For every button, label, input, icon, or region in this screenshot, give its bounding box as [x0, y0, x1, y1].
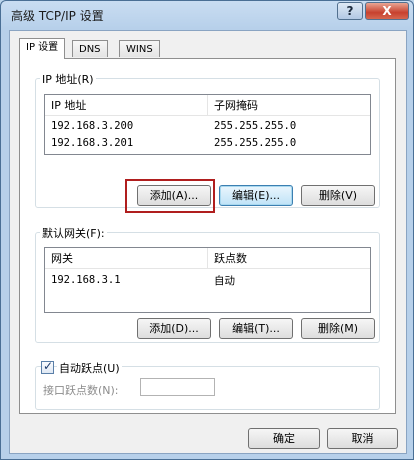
interface-metric-input[interactable] — [140, 378, 215, 396]
tab-wins[interactable]: WINS — [119, 40, 160, 57]
gateway-column-header[interactable]: 网关 — [45, 248, 208, 269]
gateway-list[interactable]: 网关 跃点数 192.168.3.1 自动 — [44, 247, 371, 313]
edit-gateway-button[interactable]: 编辑(T)... — [219, 318, 293, 339]
dialog-window: 高级 TCP/IP 设置 ? X IP 设置 DNS WINS IP 地址(R)… — [0, 0, 414, 460]
subnet-mask-column-header[interactable]: 子网掩码 — [208, 95, 370, 116]
checkmark-icon: ✓ — [43, 359, 54, 373]
automatic-metric-checkbox[interactable]: ✓ — [41, 359, 54, 374]
interface-metric-label: 接口跃点数(N): — [43, 384, 119, 397]
ip-address-cell[interactable]: 192.168.3.201 — [51, 137, 133, 149]
gateway-group-label: 默认网关(F): — [40, 225, 107, 241]
ip-address-list[interactable]: IP 地址 子网掩码 192.168.3.200 255.255.255.0 1… — [44, 94, 371, 155]
ip-address-group-label: IP 地址(R) — [40, 71, 96, 87]
add-gateway-button[interactable]: 添加(D)... — [137, 318, 211, 339]
tab-ip-settings[interactable]: IP 设置 — [19, 38, 66, 59]
automatic-metric-label[interactable]: 自动跃点(U) — [57, 360, 122, 376]
cancel-button[interactable]: 取消 — [327, 428, 398, 449]
add-ip-button[interactable]: 添加(A)... — [137, 185, 211, 206]
delete-ip-button[interactable]: 删除(V) — [301, 185, 375, 206]
tab-dns[interactable]: DNS — [72, 40, 108, 57]
ip-address-column-header[interactable]: IP 地址 — [45, 95, 208, 116]
gateway-cell[interactable]: 192.168.3.1 — [51, 274, 121, 286]
title-bar[interactable]: 高级 TCP/IP 设置 ? X — [1, 1, 413, 29]
metric-cell[interactable]: 自动 — [214, 273, 235, 288]
ip-address-cell[interactable]: 192.168.3.200 — [51, 120, 133, 132]
metric-column-header[interactable]: 跃点数 — [208, 248, 370, 269]
edit-ip-button[interactable]: 编辑(E)... — [219, 185, 293, 206]
subnet-mask-cell[interactable]: 255.255.255.0 — [214, 137, 296, 149]
close-button[interactable]: X — [365, 2, 409, 20]
ok-button[interactable]: 确定 — [248, 428, 320, 449]
subnet-mask-cell[interactable]: 255.255.255.0 — [214, 120, 296, 132]
window-title: 高级 TCP/IP 设置 — [11, 9, 104, 23]
ip-settings-panel: IP 地址(R) IP 地址 子网掩码 192.168.3.200 255.25… — [19, 58, 396, 414]
dialog-client-area: IP 设置 DNS WINS IP 地址(R) IP 地址 子网掩码 192.1… — [9, 30, 407, 454]
help-button[interactable]: ? — [337, 2, 363, 20]
delete-gateway-button[interactable]: 删除(M) — [301, 318, 375, 339]
